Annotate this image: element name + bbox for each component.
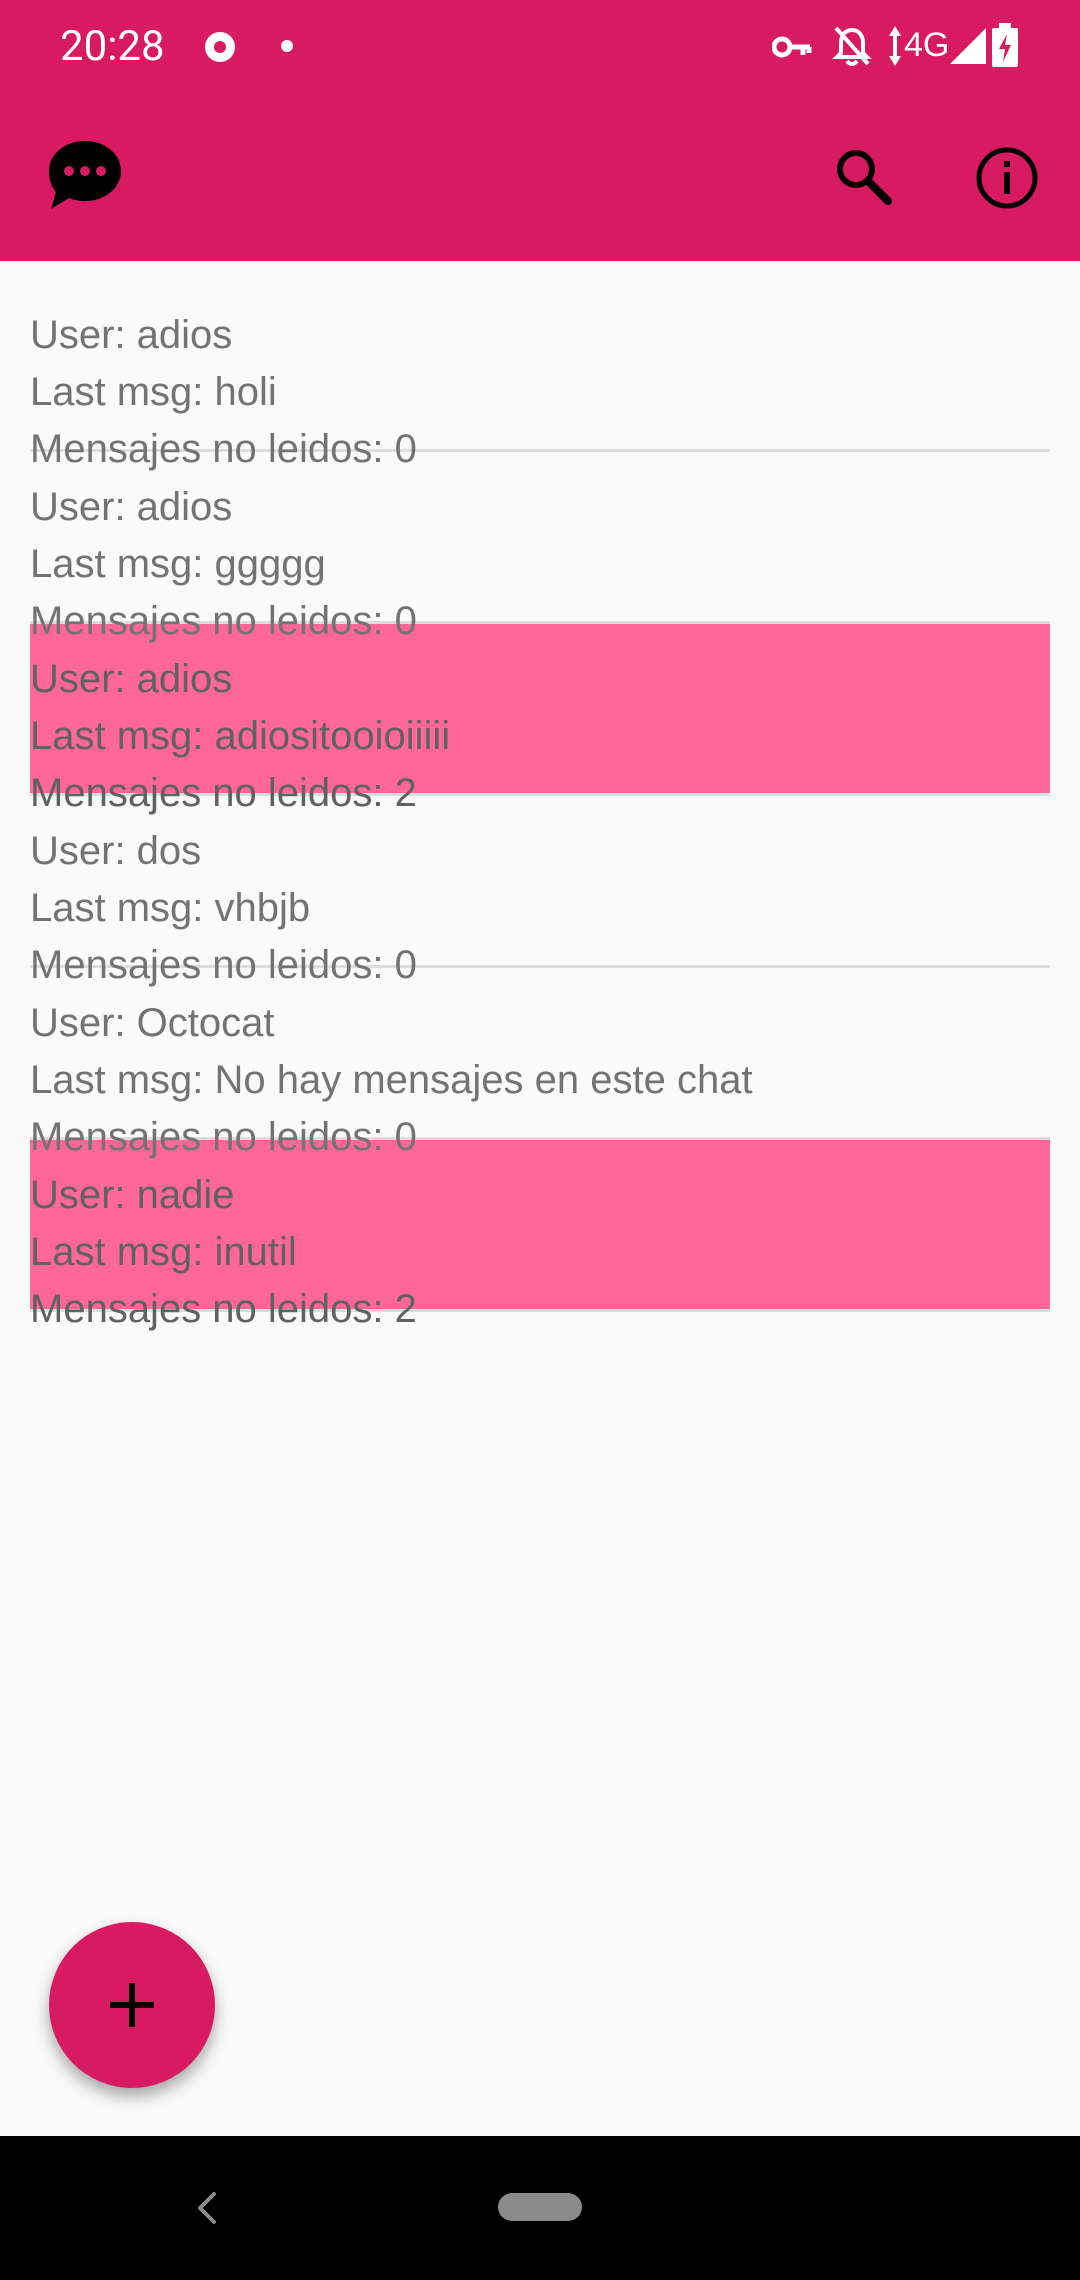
vpn-key-icon <box>772 36 812 58</box>
network-type: 4G <box>904 26 950 64</box>
search-icon[interactable] <box>832 145 896 209</box>
chat-user: User: Octocat <box>30 1001 275 1045</box>
chat-user: User: dos <box>30 829 202 873</box>
data-arrows-icon <box>889 26 901 66</box>
chat-user: User: adios <box>30 485 233 529</box>
new-chat-button[interactable] <box>49 1922 215 2088</box>
dot-icon <box>281 40 293 52</box>
signal-icon <box>950 28 986 64</box>
chat-user: User: adios <box>30 313 233 357</box>
notifications-off-icon <box>832 26 872 66</box>
chat-last-message: Last msg: holi <box>30 370 277 414</box>
home-pill-button[interactable] <box>498 2193 582 2221</box>
chat-list: User: adios Last msg: holi Mensajes no l… <box>30 280 1050 1331</box>
info-icon[interactable] <box>974 145 1040 211</box>
chat-last-message: Last msg: No hay mensajes en este chat <box>30 1058 753 1102</box>
chat-last-message: Last msg: ggggg <box>30 542 326 586</box>
battery-charging-icon <box>992 23 1018 67</box>
chat-last-message: Last msg: inutil <box>30 1230 297 1274</box>
chat-last-message: Last msg: adiositooioiiiii <box>30 714 451 758</box>
record-icon <box>205 32 235 62</box>
plus-icon <box>110 1983 154 2027</box>
chat-user: User: nadie <box>30 1173 235 1217</box>
chat-list-item[interactable]: User: adios Last msg: holi Mensajes no l… <box>30 280 1050 471</box>
chat-unread-count: Mensajes no leidos: 2 <box>30 1287 417 1331</box>
back-icon[interactable] <box>192 2190 222 2226</box>
status-bar: 20:28 4G <box>0 0 1080 93</box>
app-bar <box>0 93 1080 261</box>
status-time: 20:28 <box>60 22 165 71</box>
chat-last-message: Last msg: vhbjb <box>30 886 311 930</box>
chat-bubble-icon <box>49 141 121 209</box>
chat-user: User: adios <box>30 657 233 701</box>
